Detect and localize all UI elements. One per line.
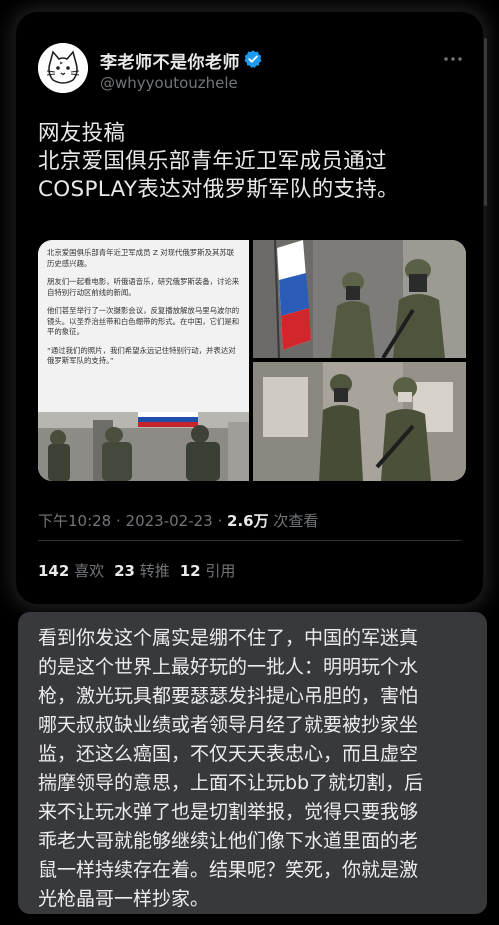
likes-label: 喜欢	[69, 562, 105, 580]
media-photo-flag[interactable]	[253, 240, 466, 358]
article-photo	[38, 412, 249, 481]
reply-line: 枪，激光玩具都要瑟瑟发抖提心吊胆的，害怕	[38, 685, 419, 707]
media-article-screenshot[interactable]: 北京爱国俱乐部青年近卫军成员 Z 对现代俄罗斯及其苏联历史感兴趣。 朋友们一起看…	[38, 240, 249, 481]
article-paragraph: “通过我们的照片，我们希望永远记住特别行动，并表达对俄罗斯军队的支持。”	[47, 345, 236, 366]
scrollbar[interactable]	[484, 38, 487, 206]
article-text: 北京爱国俱乐部青年近卫军成员 Z 对现代俄罗斯及其苏联历史感兴趣。 朋友们一起看…	[47, 248, 241, 375]
cat-avatar-icon	[38, 43, 88, 93]
tweet-stats: 142 喜欢 23 转推 12 引用	[38, 560, 235, 581]
tweet-timestamp[interactable]: 下午10:28 · 2023-02-23 · 2.6万 次查看	[38, 510, 318, 531]
divider	[38, 540, 461, 541]
retweets-stat[interactable]: 23 转推	[114, 562, 170, 580]
retweets-count: 23	[114, 562, 135, 580]
handle[interactable]: @whyyoutouzhele	[100, 74, 238, 92]
reply-line: 监，还这么癌国，不仅天天表忠心，而且虚空	[38, 743, 419, 765]
reply-line: 哪天叔叔缺业绩或者领导月经了就要被抄家坐	[38, 714, 419, 736]
article-paragraph: 朋友们一起看电影，听俄语音乐，研究俄罗斯装备，讨论来自特别行动区前线的新闻。	[47, 277, 240, 297]
reply-text: 看到你发这个属实是绷不住了，中国的军迷真 的是这个世界上最好玩的一批人：明明玩个…	[38, 624, 483, 914]
views-label: 次查看	[268, 512, 319, 530]
quotes-label: 引用	[200, 562, 236, 580]
more-options-icon[interactable]	[443, 56, 463, 62]
reply-card: 看到你发这个属实是绷不住了，中国的军迷真 的是这个世界上最好玩的一批人：明明玩个…	[18, 612, 487, 914]
reply-line: 揣摩领导的意思，上面不让玩bb了就切割，后	[38, 772, 424, 794]
timestamp-separator: ·	[212, 512, 228, 530]
quotes-stat[interactable]: 12 引用	[180, 562, 236, 580]
quotes-count: 12	[179, 562, 201, 580]
reply-line: 看到你发这个属实是绷不住了，中国的军迷真	[38, 627, 419, 649]
avatar[interactable]	[38, 43, 88, 93]
article-paragraph: 他们甚至举行了一次摄影会议，反复播放解放马里乌波尔的镜头。以圣乔治丝带和白色绷带…	[47, 306, 240, 336]
tweet-text-line: 网友投稿	[38, 121, 126, 146]
reply-line: 乖老大哥就能够继续让他们像下水道里面的老	[38, 830, 419, 852]
tweet-date: 2023-02-23	[125, 512, 213, 530]
display-name[interactable]: 李老师不是你老师	[100, 48, 240, 73]
reply-line: 的是这个世界上最好玩的一批人：明明玩个水	[38, 656, 419, 678]
reply-line: 来不让玩水弹了也是切割举报，觉得只要我够	[38, 801, 419, 823]
tweet-time: 下午10:28	[38, 512, 112, 530]
media-grid[interactable]: 北京爱国俱乐部青年近卫军成员 Z 对现代俄罗斯及其苏联历史感兴趣。 朋友们一起看…	[38, 240, 466, 481]
reply-line: 鼠一样持续存在着。结果呢？笑死，你就是激	[38, 859, 419, 881]
timestamp-separator: ·	[111, 512, 126, 530]
tweet-text: 网友投稿 北京爱国俱乐部青年近卫军成员通过 COSPLAY表达对俄罗斯军队的支持…	[38, 120, 468, 204]
media-photo-building[interactable]	[253, 362, 466, 481]
likes-stat[interactable]: 142 喜欢	[38, 562, 104, 580]
tweet-text-line: 北京爱国俱乐部青年近卫军成员通过	[38, 149, 387, 174]
tweet-card[interactable]: 李老师不是你老师 @whyyoutouzhele 网友投稿 北京爱国俱乐部青年近…	[16, 12, 483, 604]
tweet-text-line: COSPLAY表达对俄罗斯军队的支持。	[38, 177, 399, 202]
verified-badge-icon	[244, 50, 262, 68]
reply-line: 光枪晶哥一样抄家。	[38, 888, 210, 910]
likes-count: 142	[38, 562, 70, 580]
views-count: 2.6万	[227, 512, 269, 530]
retweets-label: 转推	[134, 562, 170, 580]
article-paragraph: 北京爱国俱乐部青年近卫军成员 Z 对现代俄罗斯及其苏联历史感兴趣。	[47, 248, 235, 268]
